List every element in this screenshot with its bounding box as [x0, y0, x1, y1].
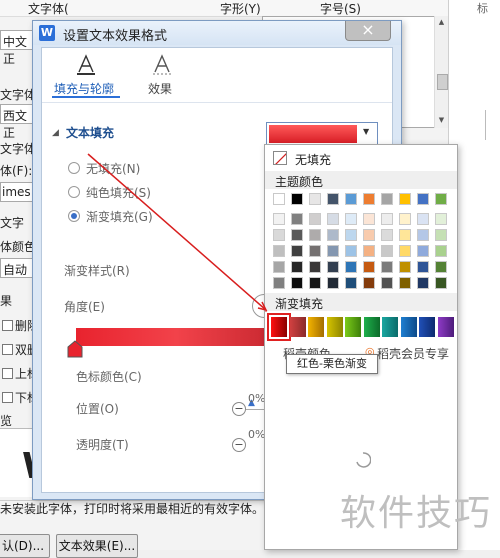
annotation-arrow-icon	[87, 153, 268, 312]
watermark-text: 软件技巧	[339, 493, 492, 534]
